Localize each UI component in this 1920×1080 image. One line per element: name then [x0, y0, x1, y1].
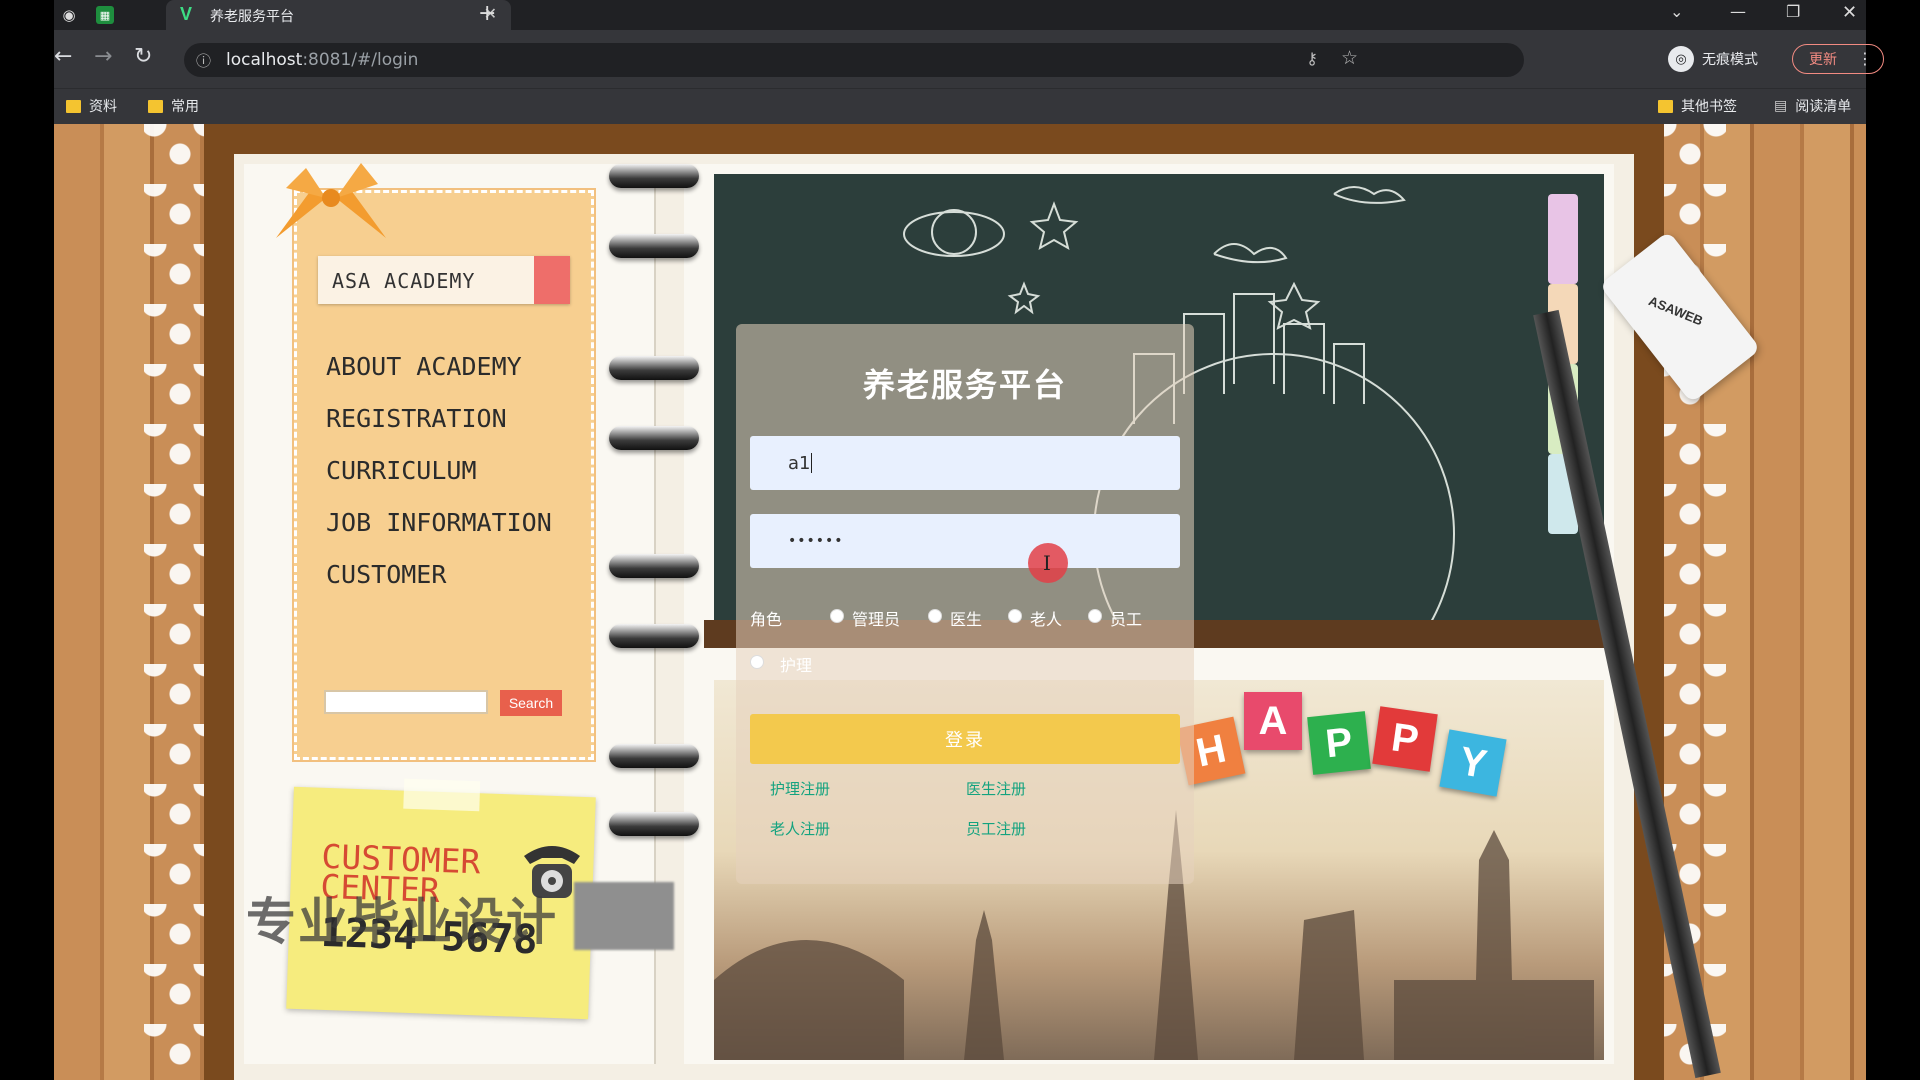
- watermark-text: 专业毕业设计: [246, 893, 558, 951]
- menu-about-academy[interactable]: ABOUT ACADEMY: [326, 352, 522, 381]
- vue-favicon-icon: V: [180, 4, 193, 24]
- minimize-icon[interactable]: —: [1730, 2, 1746, 21]
- doctor-register-link[interactable]: 医生注册: [966, 778, 1026, 799]
- pinned-tab-icon[interactable]: ▦: [96, 6, 114, 24]
- role-label-doctor[interactable]: 医生: [950, 606, 982, 630]
- bookmark-star-icon[interactable]: ☆: [1341, 47, 1358, 69]
- tab-search-chevron-icon[interactable]: ⌄: [1670, 2, 1683, 21]
- menu-job-information[interactable]: JOB INFORMATION: [326, 508, 552, 537]
- nurse-register-link[interactable]: 护理注册: [770, 778, 830, 799]
- reload-icon[interactable]: ↻: [134, 44, 152, 69]
- binder-ring: [609, 234, 699, 258]
- academy-tag: ASA ACADEMY: [318, 256, 570, 304]
- site-info-icon[interactable]: ⓘ: [196, 50, 211, 71]
- blurred-region: [574, 882, 674, 950]
- happy-letter-y: Y: [1439, 729, 1507, 797]
- folder-icon: [1658, 99, 1673, 113]
- tag-accent: [534, 256, 570, 304]
- role-radio-staff[interactable]: [1088, 609, 1102, 623]
- login-panel: 养老服务平台 a1 •••••• 角色 管理员 医生 老人 员工 护理 登录 护…: [736, 324, 1194, 884]
- role-radio-nurse[interactable]: [750, 655, 764, 669]
- username-input[interactable]: a1: [750, 436, 1180, 490]
- binder-ring: [609, 426, 699, 450]
- bookmark-folder-1[interactable]: 常用: [148, 96, 199, 116]
- binder-ring: [609, 624, 699, 648]
- happy-letter-p2: P: [1372, 706, 1438, 772]
- menu-dots-icon[interactable]: ⋮: [1857, 49, 1873, 68]
- happy-letter-p1: P: [1307, 711, 1371, 775]
- address-bar[interactable]: ⓘ localhost:8081/#/login ⚷ ☆: [184, 43, 1524, 77]
- window-close-icon[interactable]: ✕: [1842, 2, 1857, 23]
- role-radio-doctor[interactable]: [928, 609, 942, 623]
- tab-title: 养老服务平台: [210, 9, 294, 25]
- new-tab-icon[interactable]: +: [478, 1, 496, 27]
- role-label-staff[interactable]: 员工: [1110, 606, 1142, 630]
- role-radio-elderly[interactable]: [1008, 609, 1022, 623]
- role-label: 角色: [750, 610, 783, 629]
- bookmark-folder-0[interactable]: 资料: [66, 96, 117, 116]
- text-cursor-icon: I: [1043, 551, 1051, 575]
- role-label-nurse[interactable]: 护理: [780, 652, 812, 676]
- active-tab[interactable]: V 养老服务平台 ✕: [166, 0, 511, 30]
- incognito-label: 无痕模式: [1702, 52, 1758, 68]
- elderly-register-link[interactable]: 老人注册: [770, 818, 830, 839]
- page-tab-pink: [1548, 194, 1578, 284]
- incognito-indicator[interactable]: ◎ 无痕模式: [1668, 46, 1758, 72]
- other-bookmarks[interactable]: 其他书签: [1658, 96, 1737, 116]
- update-label: 更新: [1809, 52, 1837, 68]
- role-label-elderly[interactable]: 老人: [1030, 606, 1062, 630]
- eraser-brand: ASAWEB: [1646, 293, 1706, 329]
- text-caret: [811, 453, 813, 473]
- password-input[interactable]: ••••••: [750, 514, 1180, 568]
- url-text[interactable]: localhost:8081/#/login: [226, 50, 418, 70]
- password-key-icon[interactable]: ⚷: [1306, 49, 1318, 68]
- username-value: a1: [788, 452, 811, 474]
- tape: [403, 778, 481, 812]
- happy-letter-a: A: [1244, 692, 1302, 750]
- role-radio-admin[interactable]: [830, 609, 844, 623]
- binder-ring: [609, 554, 699, 578]
- binder-ring: [609, 744, 699, 768]
- login-title: 养老服务平台: [862, 366, 1067, 404]
- back-icon[interactable]: ←: [54, 44, 72, 69]
- bookmarks-bar: [54, 88, 1866, 125]
- folder-icon: [66, 99, 81, 113]
- search-input[interactable]: [324, 690, 488, 714]
- password-value: ••••••: [788, 533, 844, 549]
- role-label-admin[interactable]: 管理员: [852, 606, 900, 630]
- binder-ring: [609, 356, 699, 380]
- menu-customer[interactable]: CUSTOMER: [326, 560, 446, 589]
- search-button[interactable]: Search: [500, 690, 562, 716]
- ribbon-bow-icon: [276, 163, 386, 238]
- login-button[interactable]: 登录: [750, 714, 1180, 764]
- reading-list[interactable]: ▤ 阅读清单: [1774, 96, 1851, 116]
- restore-icon[interactable]: ❐: [1786, 2, 1800, 21]
- forward-icon[interactable]: →: [94, 44, 112, 69]
- menu-curriculum[interactable]: CURRICULUM: [326, 456, 477, 485]
- staff-register-link[interactable]: 员工注册: [966, 818, 1026, 839]
- folder-icon: [148, 99, 163, 113]
- menu-registration[interactable]: REGISTRATION: [326, 404, 507, 433]
- update-button[interactable]: 更新 ⋮: [1792, 44, 1884, 74]
- tab-search-icon[interactable]: ◉: [58, 4, 80, 26]
- reading-list-icon: ▤: [1774, 98, 1788, 114]
- incognito-icon: ◎: [1668, 46, 1694, 72]
- browser-chrome: ◉ ▦ V 养老服务平台 ✕ + ⌄ — ❐ ✕ ← → ↻ ⓘ localho…: [54, 0, 1884, 125]
- binder-ring: [609, 164, 699, 188]
- academy-tag-label: ASA ACADEMY: [332, 269, 476, 293]
- binder-ring: [609, 812, 699, 836]
